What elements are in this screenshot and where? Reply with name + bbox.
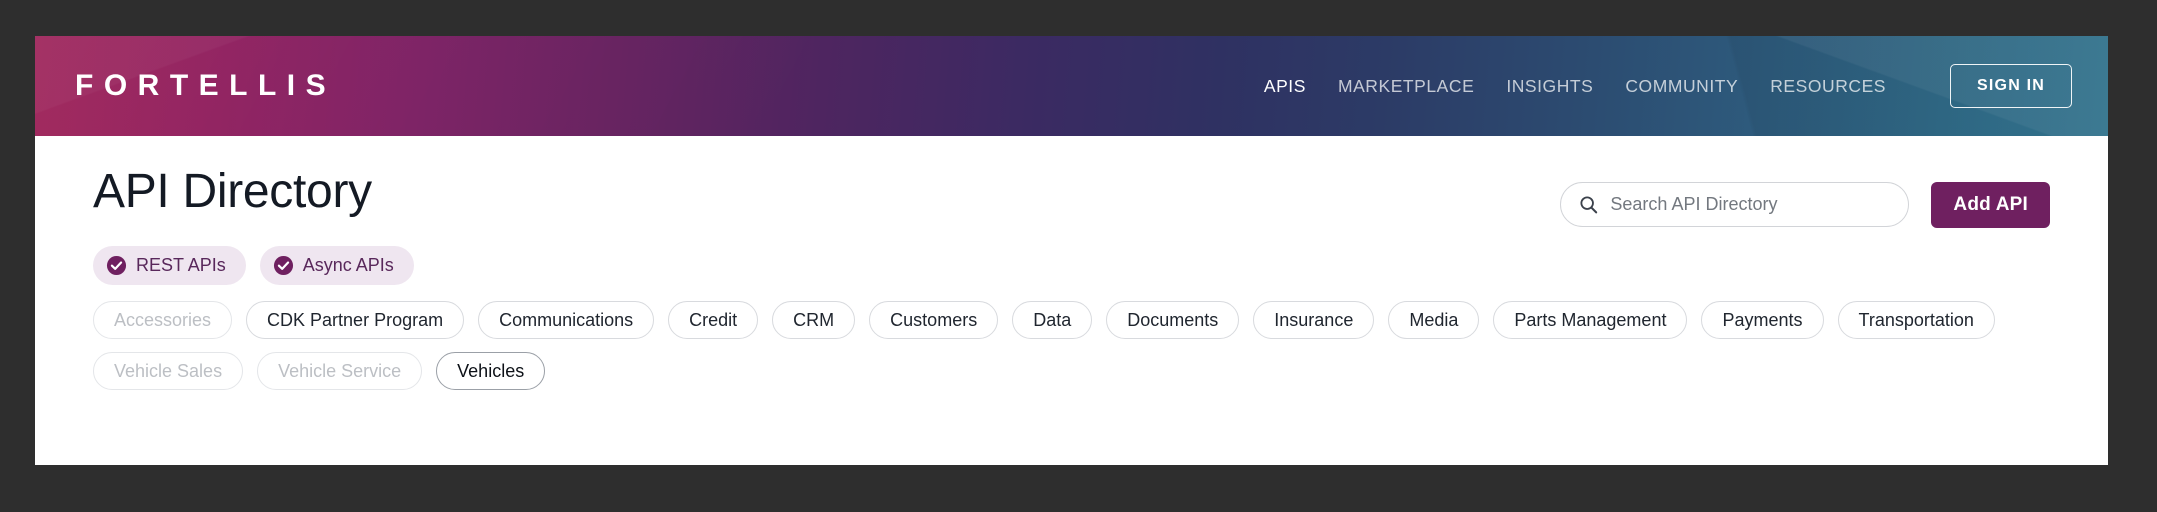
category-chip-data[interactable]: Data bbox=[1012, 300, 1093, 339]
category-chip-crm[interactable]: CRM bbox=[772, 300, 856, 339]
category-chip-accessories: Accessories bbox=[93, 300, 233, 339]
nav-item-apis[interactable]: APIS bbox=[1264, 76, 1306, 97]
search-box[interactable] bbox=[1560, 182, 1910, 228]
category-chip-communications[interactable]: Communications bbox=[478, 300, 655, 339]
add-api-button[interactable]: Add API bbox=[1931, 182, 2050, 228]
category-chip-vehicles[interactable]: Vehicles bbox=[436, 351, 546, 390]
nav-item-community[interactable]: COMMUNITY bbox=[1625, 76, 1738, 97]
category-chip-vehicle-sales: Vehicle Sales bbox=[93, 351, 244, 390]
category-chip-vehicle-service: Vehicle Service bbox=[257, 351, 423, 390]
category-chip-parts-management[interactable]: Parts Management bbox=[1493, 300, 1688, 339]
nav-item-insights[interactable]: INSIGHTS bbox=[1506, 76, 1593, 97]
category-chip-credit[interactable]: Credit bbox=[668, 300, 759, 339]
filter-chip-rest-apis[interactable]: REST APIs bbox=[93, 245, 246, 285]
main-navigation: APIS MARKETPLACE INSIGHTS COMMUNITY RESO… bbox=[1264, 64, 2072, 108]
fortellis-logo[interactable]: FORTELLIS bbox=[75, 71, 336, 101]
category-row: Vehicle Sales Vehicle Service Vehicles bbox=[93, 351, 2050, 390]
filter-chip-label: Async APIs bbox=[302, 255, 394, 276]
search-icon bbox=[1579, 195, 1598, 214]
category-chip-media[interactable]: Media bbox=[1388, 300, 1480, 339]
page-root: FORTELLIS APIS MARKETPLACE INSIGHTS COMM… bbox=[0, 0, 2157, 512]
nav-item-marketplace[interactable]: MARKETPLACE bbox=[1338, 76, 1474, 97]
check-circle-icon bbox=[106, 255, 127, 276]
category-chip-transportation[interactable]: Transportation bbox=[1837, 300, 1995, 339]
search-input[interactable] bbox=[1610, 194, 1891, 216]
page-body: API Directory Add API bbox=[35, 136, 2108, 390]
category-row: Accessories CDK Partner Program Communic… bbox=[93, 300, 2050, 339]
category-chip-payments[interactable]: Payments bbox=[1701, 300, 1824, 339]
content-card: FORTELLIS APIS MARKETPLACE INSIGHTS COMM… bbox=[35, 36, 2108, 465]
category-chip-insurance[interactable]: Insurance bbox=[1253, 300, 1375, 339]
category-filters: Accessories CDK Partner Program Communic… bbox=[93, 300, 2050, 390]
category-chip-customers[interactable]: Customers bbox=[869, 300, 999, 339]
nav-item-resources[interactable]: RESOURCES bbox=[1770, 76, 1886, 97]
check-circle-icon bbox=[273, 255, 294, 276]
category-chip-cdk-partner-program[interactable]: CDK Partner Program bbox=[246, 300, 465, 339]
title-row: API Directory Add API bbox=[93, 136, 2050, 228]
site-header: FORTELLIS APIS MARKETPLACE INSIGHTS COMM… bbox=[35, 36, 2108, 136]
api-type-filters: REST APIs Async APIs bbox=[93, 245, 2050, 285]
sign-in-button[interactable]: SIGN IN bbox=[1950, 64, 2072, 108]
filter-chip-async-apis[interactable]: Async APIs bbox=[259, 245, 414, 285]
page-title: API Directory bbox=[93, 165, 372, 218]
filter-chip-label: REST APIs bbox=[136, 255, 226, 276]
title-actions: Add API bbox=[1560, 166, 2050, 228]
category-chip-documents[interactable]: Documents bbox=[1106, 300, 1240, 339]
